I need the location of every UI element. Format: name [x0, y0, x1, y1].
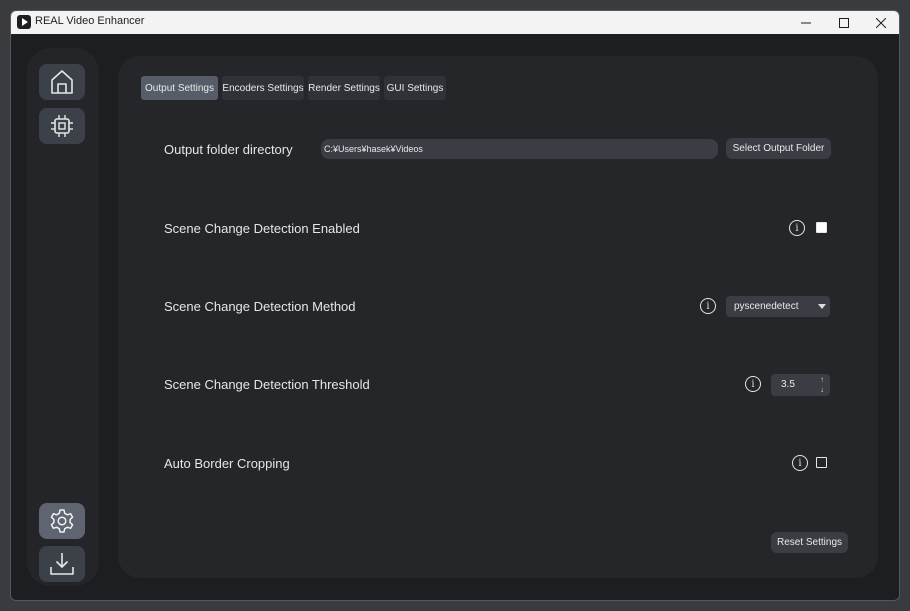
auto-border-cropping-label: Auto Border Cropping	[164, 456, 290, 471]
sidebar-item-processing[interactable]	[39, 108, 85, 144]
info-icon[interactable]: i	[745, 376, 761, 392]
scene-change-threshold-spinbox[interactable]: 3.5 ↑ ↓	[771, 374, 830, 396]
reset-settings-button[interactable]: Reset Settings	[771, 532, 848, 553]
maximize-button[interactable]	[825, 11, 863, 34]
settings-panel: Output Settings Encoders Settings Render…	[118, 56, 878, 578]
auto-border-cropping-checkbox[interactable]	[816, 457, 827, 468]
maximize-icon	[839, 17, 849, 28]
tab-gui-settings[interactable]: GUI Settings	[384, 76, 446, 100]
tab-output-settings[interactable]: Output Settings	[141, 76, 218, 100]
title-bar[interactable]: REAL Video Enhancer	[11, 11, 899, 34]
scene-change-enabled-label: Scene Change Detection Enabled	[164, 221, 360, 236]
sidebar	[27, 48, 99, 586]
chip-icon	[51, 115, 73, 137]
download-icon	[50, 553, 74, 575]
output-folder-input[interactable]: C:¥Users¥hasek¥Videos	[321, 139, 718, 159]
close-icon	[876, 17, 886, 28]
info-icon[interactable]: i	[700, 298, 716, 314]
home-icon	[51, 70, 73, 94]
app-window: REAL Video Enhancer Output Settings Enco…	[10, 10, 900, 601]
info-icon[interactable]: i	[789, 220, 805, 236]
scene-change-enabled-checkbox[interactable]	[816, 222, 827, 233]
output-folder-label: Output folder directory	[164, 142, 293, 157]
sidebar-item-home[interactable]	[39, 64, 85, 100]
close-button[interactable]	[862, 11, 899, 34]
scene-change-method-label: Scene Change Detection Method	[164, 299, 356, 314]
minimize-button[interactable]	[787, 11, 825, 34]
arrow-down-icon[interactable]: ↓	[816, 385, 828, 395]
info-icon[interactable]: i	[792, 455, 808, 471]
scene-change-method-select[interactable]: pyscenedetect	[726, 296, 830, 317]
minimize-icon	[801, 22, 811, 23]
chevron-down-icon	[816, 296, 828, 317]
scene-change-threshold-value: 3.5	[781, 379, 795, 390]
scene-change-method-value: pyscenedetect	[734, 301, 799, 312]
window-title: REAL Video Enhancer	[35, 15, 145, 27]
gear-icon	[50, 509, 74, 533]
sidebar-item-settings[interactable]	[39, 503, 85, 539]
tab-encoders-settings[interactable]: Encoders Settings	[222, 76, 304, 100]
sidebar-item-download[interactable]	[39, 546, 85, 582]
tab-render-settings[interactable]: Render Settings	[308, 76, 380, 100]
select-output-folder-button[interactable]: Select Output Folder	[726, 138, 831, 159]
app-logo-icon	[17, 15, 31, 29]
scene-change-threshold-label: Scene Change Detection Threshold	[164, 377, 370, 392]
